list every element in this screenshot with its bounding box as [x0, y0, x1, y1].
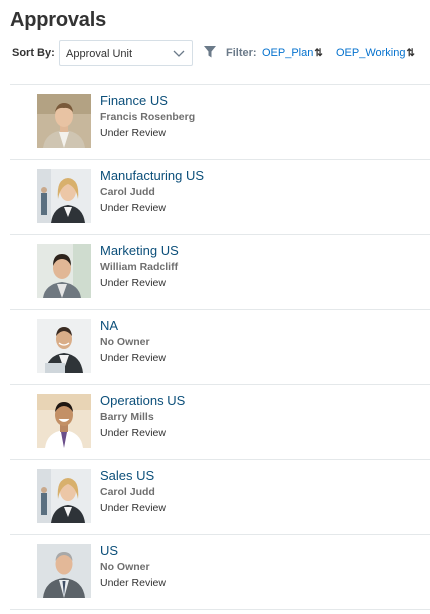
approval-owner: Carol Judd — [100, 186, 155, 198]
filter-icon — [204, 46, 216, 58]
sort-by-value: Approval Unit — [66, 48, 133, 60]
avatar-photo — [37, 469, 91, 523]
avatar-photo — [37, 169, 91, 223]
approval-owner: No Owner — [100, 336, 150, 348]
approval-status: Under Review — [100, 202, 166, 214]
approval-row[interactable]: Operations US Barry Mills Under Review — [10, 385, 430, 460]
approval-owner: William Radcliff — [100, 261, 179, 273]
avatar-photo — [37, 244, 91, 298]
sync-icon: ⇅ — [314, 48, 323, 59]
approval-status: Under Review — [100, 427, 166, 439]
filter-label: Filter: — [226, 47, 257, 59]
approval-status: Under Review — [100, 127, 166, 139]
approval-unit[interactable]: Finance US — [100, 93, 168, 108]
filter-oep-plan-link[interactable]: OEP_Plan⇅ — [262, 47, 323, 59]
approval-row[interactable]: Marketing US William Radcliff Under Revi… — [10, 235, 430, 310]
sort-by-select[interactable]: Approval Unit — [59, 40, 193, 66]
approval-owner: Carol Judd — [100, 486, 155, 498]
approval-unit[interactable]: US — [100, 543, 118, 558]
approval-row[interactable]: Manufacturing US Carol Judd Under Review — [10, 160, 430, 235]
toolbar: Sort By: Approval Unit Filter: OEP_Plan⇅… — [12, 40, 422, 66]
sort-by-label: Sort By: — [12, 47, 55, 59]
approvals-list: Finance US Francis Rosenberg Under Revie… — [10, 84, 430, 610]
approval-row[interactable]: US No Owner Under Review — [10, 535, 430, 610]
approval-row[interactable]: Sales US Carol Judd Under Review — [10, 460, 430, 535]
approval-owner: Barry Mills — [100, 411, 154, 423]
filter-link-label: OEP_Working — [336, 47, 406, 59]
avatar-photo — [37, 544, 91, 598]
approval-unit[interactable]: Marketing US — [100, 243, 179, 258]
filter-oep-working-link[interactable]: OEP_Working⇅ — [336, 47, 415, 59]
filter-link-label: OEP_Plan — [262, 47, 314, 59]
approval-status: Under Review — [100, 352, 166, 364]
approval-unit[interactable]: NA — [100, 318, 118, 333]
approval-row[interactable]: NA No Owner Under Review — [10, 310, 430, 385]
approval-unit[interactable]: Sales US — [100, 468, 154, 483]
avatar-photo — [37, 394, 91, 448]
sync-icon: ⇅ — [406, 48, 415, 59]
approval-row[interactable]: Finance US Francis Rosenberg Under Revie… — [10, 85, 430, 160]
approval-status: Under Review — [100, 577, 166, 589]
page-title: Approvals — [10, 9, 107, 31]
approval-owner: Francis Rosenberg — [100, 111, 196, 123]
approval-owner: No Owner — [100, 561, 150, 573]
avatar-photo — [37, 319, 91, 373]
approval-status: Under Review — [100, 277, 166, 289]
avatar-photo — [37, 94, 91, 148]
approval-status: Under Review — [100, 502, 166, 514]
approval-unit[interactable]: Manufacturing US — [100, 168, 204, 183]
approval-unit[interactable]: Operations US — [100, 393, 185, 408]
chevron-down-icon — [173, 50, 185, 57]
